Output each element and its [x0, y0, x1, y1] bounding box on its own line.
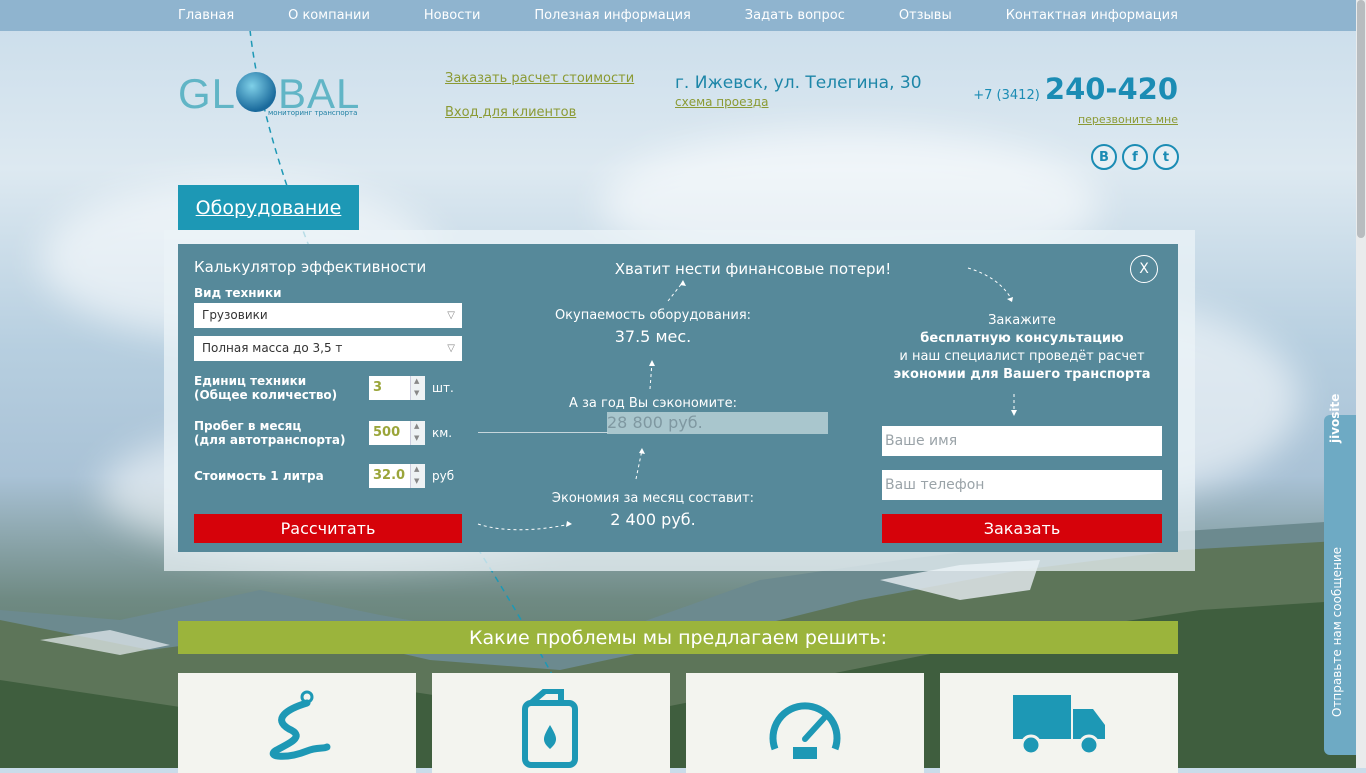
name-input[interactable]: Ваше имя: [882, 426, 1162, 456]
problem-card-fuel[interactable]: [432, 673, 670, 773]
cta-line2: бесплатную консультацию: [920, 331, 1124, 346]
logo-subtitle: мониторинг транспорта: [268, 109, 358, 117]
callback-link[interactable]: перезвоните мне: [1078, 113, 1178, 126]
route-map-link[interactable]: схема проезда: [675, 95, 769, 109]
cta-line4: экономии для Вашего транспорта: [893, 367, 1151, 382]
truck-icon: [1013, 695, 1105, 756]
phone-input[interactable]: Ваш телефон: [882, 470, 1162, 500]
top-nav: Главная О компании Новости Полезная инфо…: [0, 0, 1356, 31]
problems-title: Какие проблемы мы предлагаем решить:: [178, 621, 1178, 654]
route-icon: [269, 690, 331, 760]
problem-card-route[interactable]: [178, 673, 416, 773]
order-button[interactable]: Заказать: [882, 514, 1162, 543]
nav-item-useful-info[interactable]: Полезная информация: [534, 8, 691, 23]
efficiency-calculator: Калькулятор эффективности Вид техники Гр…: [178, 244, 1178, 552]
phone-prefix: +7 (3412): [973, 88, 1040, 103]
scrollbar-thumb[interactable]: [1357, 0, 1365, 238]
nav-item-contacts[interactable]: Контактная информация: [1006, 8, 1178, 23]
order-calc-link[interactable]: Заказать расчет стоимости: [445, 71, 634, 86]
close-button[interactable]: X: [1130, 255, 1158, 283]
cta-line1: Закажите: [988, 313, 1056, 328]
problem-card-speed[interactable]: [686, 673, 924, 773]
nav-item-reviews[interactable]: Отзывы: [899, 8, 952, 23]
scrollbar[interactable]: [1356, 0, 1366, 768]
dashed-arrows: [477, 267, 1017, 531]
client-login-link[interactable]: Вход для клиентов: [445, 105, 576, 120]
fuel-canister-icon: [522, 689, 578, 768]
jivosite-brand: jivosite: [1328, 393, 1342, 443]
nav-item-ask-question[interactable]: Задать вопрос: [745, 8, 845, 23]
nav-item-news[interactable]: Новости: [424, 8, 481, 23]
nav-item-about[interactable]: О компании: [288, 8, 370, 23]
address: г. Ижевск, ул. Телегина, 30: [675, 73, 922, 93]
jivosite-message: Отправьте нам сообщение: [1330, 546, 1344, 717]
phone-number: 240-420: [1044, 72, 1178, 106]
cta-line3: и наш специалист проведёт расчет: [899, 349, 1145, 364]
logo-text-left: GL: [178, 70, 237, 117]
twitter-icon[interactable]: t: [1153, 144, 1179, 170]
logo[interactable]: GL BAL мониторинг транспорта: [178, 56, 359, 120]
speedometer-icon: [769, 702, 841, 759]
facebook-icon[interactable]: f: [1122, 144, 1148, 170]
problem-card-truck[interactable]: [940, 673, 1178, 773]
jivosite-chat-tab[interactable]: jivosite Отправьте нам сообщение: [1324, 394, 1356, 755]
nav-item-home[interactable]: Главная: [178, 8, 234, 23]
tab-equipment[interactable]: Оборудование: [178, 185, 359, 230]
phone: +7 (3412) 240-420: [973, 72, 1178, 106]
globe-icon: [236, 72, 276, 112]
vk-icon[interactable]: В: [1091, 144, 1117, 170]
